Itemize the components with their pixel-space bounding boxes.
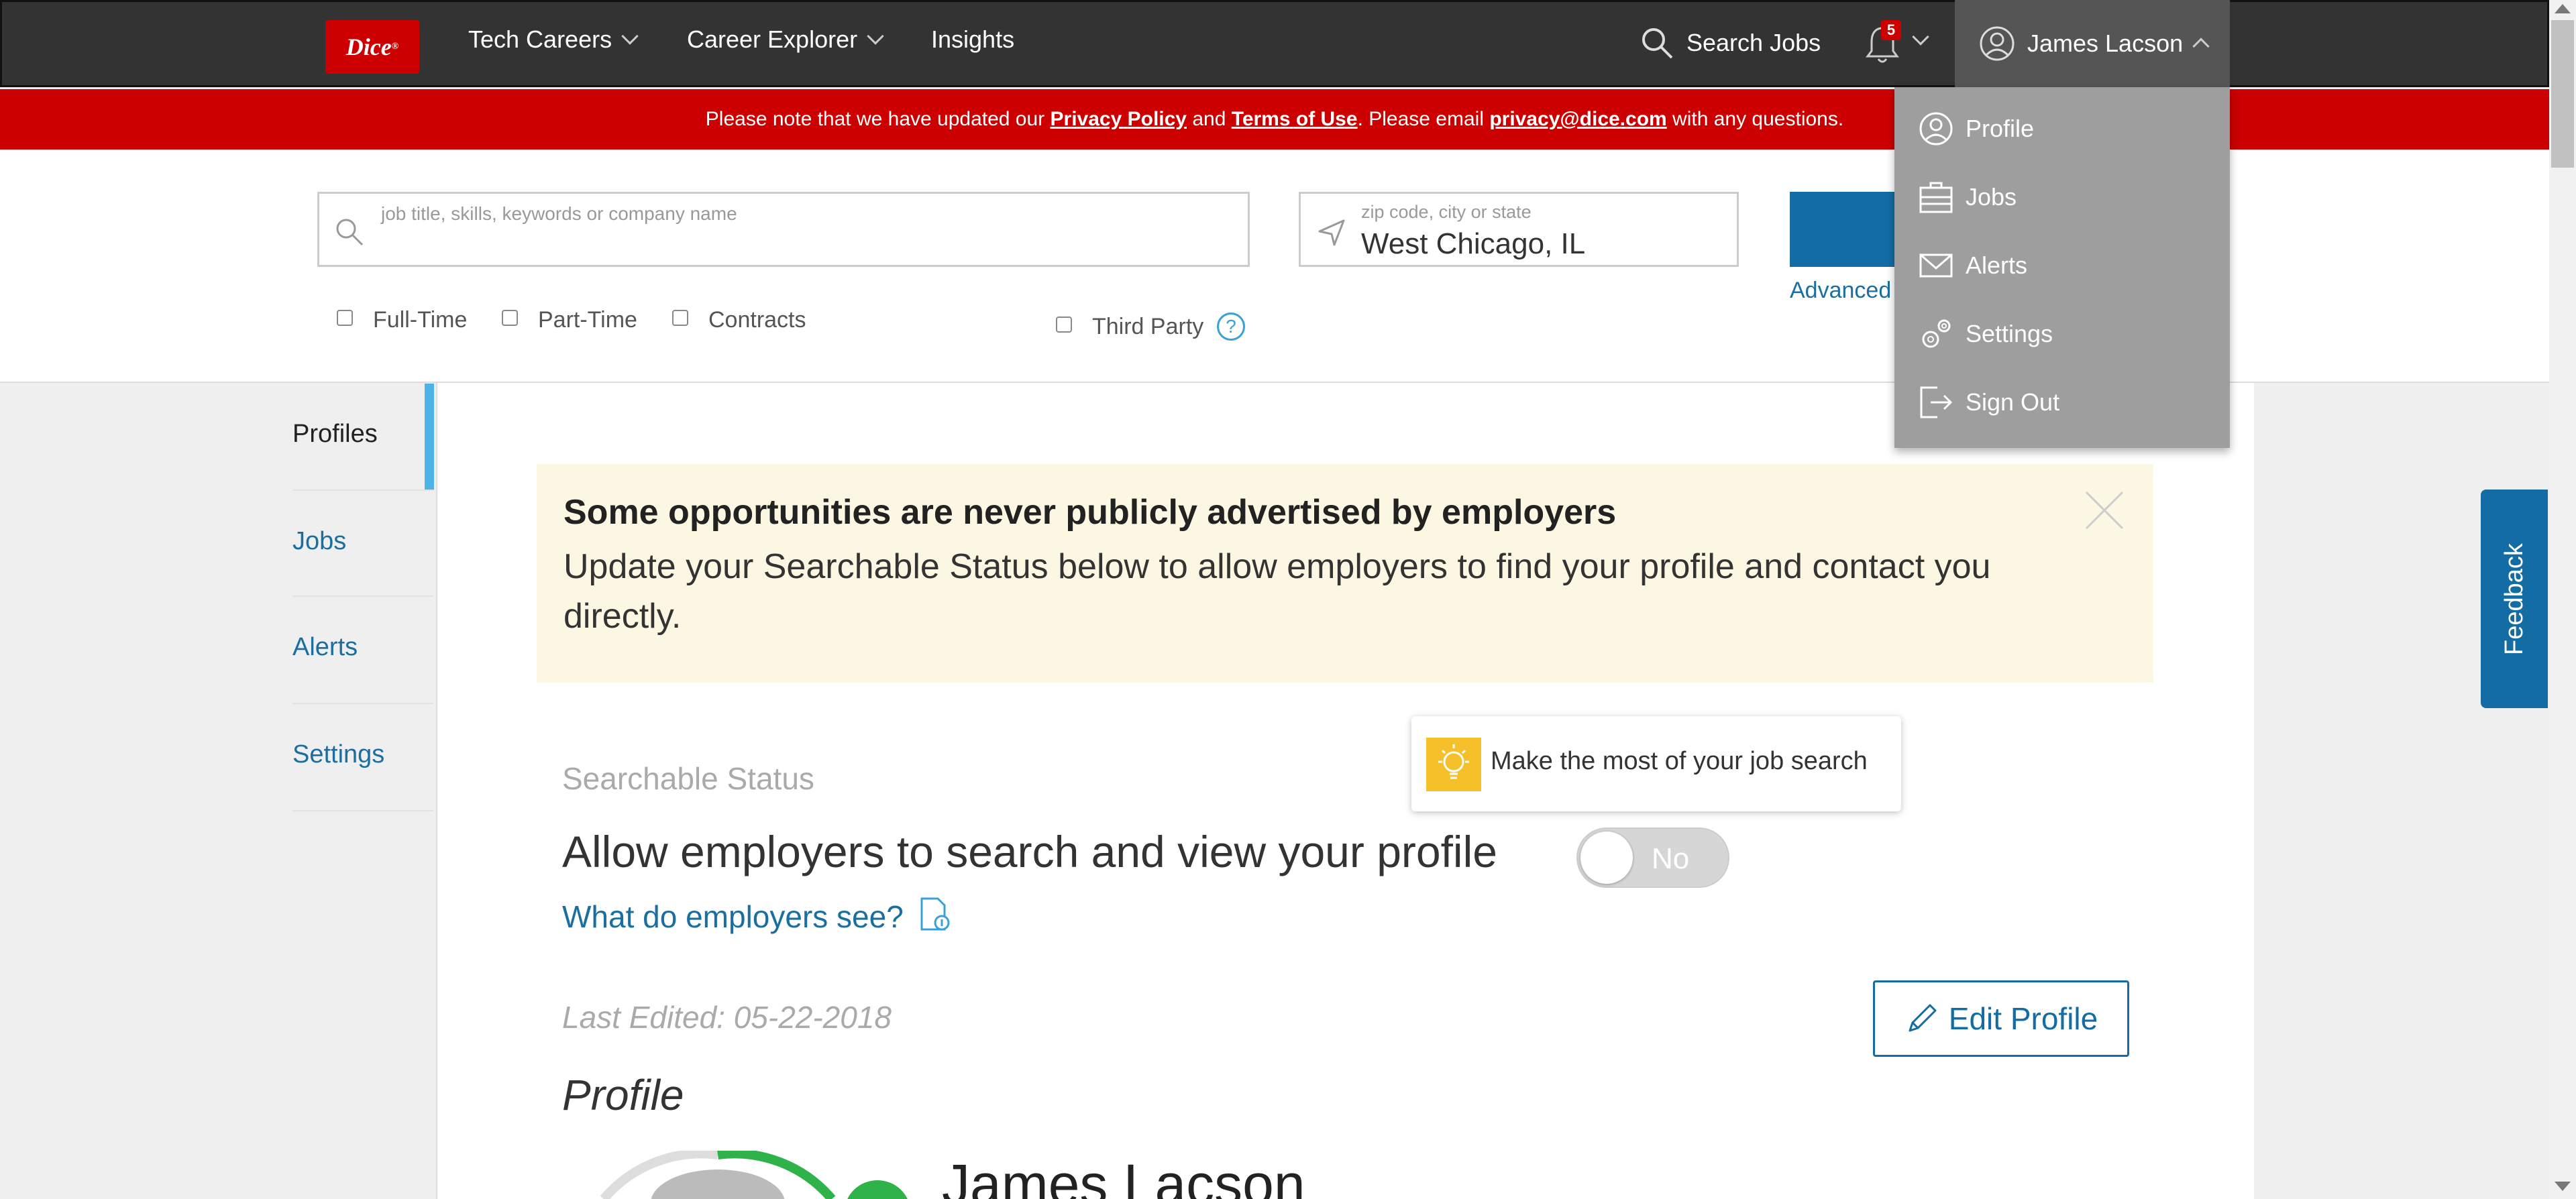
location-placeholder: zip code, city or state <box>1361 202 1532 222</box>
chevron-up-icon <box>2192 38 2210 55</box>
divider <box>292 490 433 491</box>
searchable-promo-banner: Some opportunities are never publicly ad… <box>537 464 2153 683</box>
envelope-icon <box>1919 253 1953 278</box>
search-jobs-link[interactable]: Search Jobs <box>1640 25 1821 60</box>
promo-body: Update your Searchable Status below to a… <box>564 547 1991 636</box>
user-menu-button[interactable]: James Lacson <box>1955 0 2230 87</box>
tip-label: Make the most of your job search <box>1491 747 1868 775</box>
searchable-toggle[interactable]: No <box>1576 827 1729 888</box>
advanced-search-link[interactable]: Advanced <box>1790 278 1891 304</box>
divider <box>292 703 433 704</box>
terms-of-use-link[interactable]: Terms of Use <box>1232 108 1358 131</box>
profile-name: James Lacson <box>942 1153 1305 1199</box>
notifications-button[interactable]: 5 <box>1862 20 1936 67</box>
contracts-checkbox[interactable] <box>672 310 688 326</box>
dropdown-item-jobs[interactable]: Jobs <box>1919 180 2017 215</box>
contracts-label: Contracts <box>708 307 806 333</box>
last-edited-text: Last Edited: 05-22-2018 <box>562 1000 892 1035</box>
sidebar-item-alerts[interactable]: Alerts <box>292 633 358 662</box>
allow-employers-label: Allow employers to search and view your … <box>562 827 1497 876</box>
chevron-down-icon <box>867 27 884 45</box>
chevron-down-icon <box>1912 28 1929 46</box>
close-icon[interactable] <box>2084 490 2125 531</box>
location-input[interactable]: zip code, city or state West Chicago, IL <box>1299 192 1739 267</box>
profile-section-title: Profile <box>562 1071 684 1119</box>
part-time-checkbox[interactable] <box>502 310 518 326</box>
location-value: West Chicago, IL <box>1361 227 1586 260</box>
user-avatar-icon <box>1980 26 2015 61</box>
promo-heading: Some opportunities are never publicly ad… <box>564 493 1617 532</box>
edit-profile-label: Edit Profile <box>1948 1001 2098 1036</box>
dropdown-item-profile[interactable]: Profile <box>1919 111 2034 146</box>
gear-icon <box>1922 319 1951 348</box>
what-employers-see-link[interactable]: What do employers see? <box>562 899 904 935</box>
briefcase-icon <box>1919 182 1953 213</box>
divider <box>292 595 433 597</box>
divider <box>292 810 433 811</box>
keyword-placeholder: job title, skills, keywords or company n… <box>381 203 737 224</box>
search-icon <box>1642 28 1673 59</box>
keyword-search-input[interactable]: job title, skills, keywords or company n… <box>317 192 1250 267</box>
dice-logo[interactable]: Dice ® <box>325 20 419 74</box>
edit-profile-button[interactable]: Edit Profile <box>1873 980 2129 1057</box>
document-preview-icon[interactable] <box>919 897 951 932</box>
search-submit-button[interactable] <box>1790 192 1897 267</box>
nav-insights[interactable]: Insights <box>931 25 1014 54</box>
privacy-policy-link[interactable]: Privacy Policy <box>1051 108 1187 131</box>
toggle-value: No <box>1652 842 1690 875</box>
active-tab-indicator <box>425 384 434 490</box>
third-party-checkbox[interactable] <box>1056 317 1072 333</box>
nav-tech-careers[interactable]: Tech Careers <box>468 25 639 54</box>
full-time-checkbox[interactable] <box>337 310 353 326</box>
searchable-status-heading: Searchable Status <box>562 761 814 796</box>
third-party-label: Third Party <box>1092 314 1204 339</box>
sign-out-icon <box>1920 386 1953 418</box>
feedback-tab[interactable]: Feedback <box>2481 490 2548 708</box>
toggle-knob <box>1580 832 1633 884</box>
scroll-down-arrow[interactable] <box>2555 1182 2571 1191</box>
profile-progress-ring <box>600 1151 836 1199</box>
full-time-label: Full-Time <box>373 307 468 333</box>
search-icon <box>336 219 364 246</box>
privacy-email-link[interactable]: privacy@dice.com <box>1489 108 1666 131</box>
lightbulb-icon <box>1426 738 1481 791</box>
dropdown-item-settings[interactable]: Settings <box>1919 317 2053 351</box>
part-time-label: Part-Time <box>538 307 637 333</box>
scrollbar-thumb[interactable] <box>2551 20 2574 168</box>
location-arrow-icon <box>1318 219 1345 246</box>
scroll-up-arrow[interactable] <box>2555 4 2571 13</box>
help-icon[interactable]: ? <box>1217 312 1245 341</box>
page-scrollbar[interactable] <box>2549 0 2576 1199</box>
dropdown-item-alerts[interactable]: Alerts <box>1919 248 2027 283</box>
sidebar-item-profiles[interactable]: Profiles <box>292 420 378 449</box>
chevron-down-icon <box>621 27 639 45</box>
job-search-tip-card[interactable]: Make the most of your job search <box>1411 716 1901 811</box>
nav-career-explorer[interactable]: Career Explorer <box>687 25 884 54</box>
sidebar-item-settings[interactable]: Settings <box>292 740 384 769</box>
sidebar-item-jobs[interactable]: Jobs <box>292 527 346 556</box>
dropdown-item-sign-out[interactable]: Sign Out <box>1919 385 2059 420</box>
pencil-icon <box>1909 1004 1937 1032</box>
user-dropdown-menu: Profile Jobs Alerts Settings Sign Out <box>1894 87 2230 448</box>
notification-badge: 5 <box>1881 20 1901 40</box>
user-icon <box>1919 112 1953 146</box>
